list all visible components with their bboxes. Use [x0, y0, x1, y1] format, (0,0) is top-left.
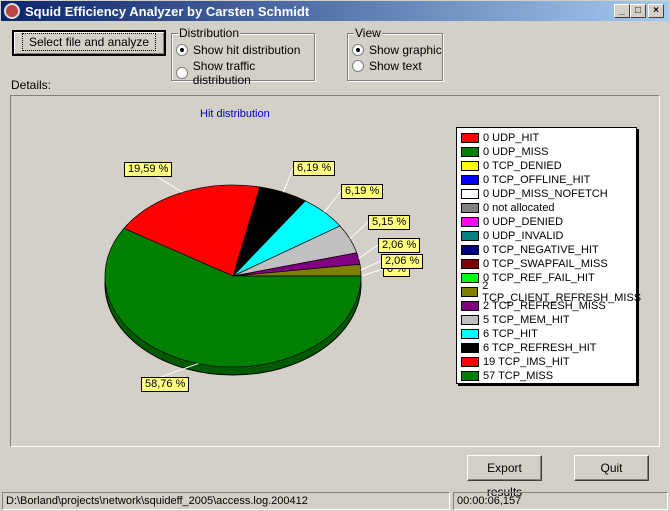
slice-label: 2,06 % — [381, 254, 424, 269]
chart-legend: 0 UDP_HIT 0 UDP_MISS 0 TCP_DENIED 0 TCP_OFF… — [456, 127, 641, 384]
leader-line — [360, 268, 384, 277]
slice-label: 58,76 % — [141, 377, 190, 392]
legend-item: 2 TCP_CLIENT_REFRESH_MISS — [461, 280, 642, 304]
legend-item: 0 TCP_SWAPFAIL_MISS — [461, 257, 608, 271]
legend-item: 0 UDP_MISS_NOFETCH — [461, 187, 608, 201]
legend-item: 0 UDP_MISS — [461, 145, 548, 159]
export-results-button[interactable]: Export results — [467, 455, 542, 499]
legend-label: 0 TCP_DENIED — [483, 160, 562, 172]
legend-label: 0 UDP_MISS — [483, 146, 549, 158]
legend-swatch — [461, 189, 479, 199]
legend-item: 57 TCP_MISS — [461, 369, 553, 383]
legend-label: 0 UDP_HIT — [483, 132, 540, 144]
status-file-path: D:\Borland\projects\network\squideff_200… — [2, 492, 450, 510]
leader-line — [323, 190, 342, 213]
legend-item: 0 UDP_DENIED — [461, 215, 563, 229]
legend-swatch — [461, 357, 479, 367]
legend-item: 0 UDP_INVALID — [461, 229, 564, 243]
leader-line — [349, 221, 369, 240]
legend-item: 6 TCP_REFRESH_HIT — [461, 341, 597, 355]
legend-swatch — [461, 203, 479, 213]
legend-label: 2 TCP_REFRESH_MISS — [483, 300, 606, 312]
legend-swatch — [461, 133, 479, 143]
legend-label: 19 TCP_IMS_HIT — [483, 356, 570, 368]
slice-label: 19,59 % — [124, 162, 173, 177]
legend-item: 0 TCP_DENIED — [461, 159, 562, 173]
status-bar: D:\Borland\projects\network\squideff_200… — [0, 490, 670, 511]
legend-label: 0 TCP_SWAPFAIL_MISS — [483, 258, 608, 270]
legend-label: 0 not allocated — [483, 202, 555, 214]
quit-button[interactable]: Quit — [574, 455, 649, 481]
legend-item: 2 TCP_REFRESH_MISS — [461, 299, 606, 313]
legend-item: 19 TCP_IMS_HIT — [461, 355, 570, 369]
legend-item: 0 TCP_OFFLINE_HIT — [461, 173, 590, 187]
legend-swatch — [461, 231, 479, 241]
legend-swatch — [461, 343, 479, 353]
legend-label: 5 TCP_MEM_HIT — [483, 314, 570, 326]
legend-swatch — [461, 217, 479, 227]
slice-label: 6,19 % — [293, 161, 336, 176]
legend-swatch — [461, 245, 479, 255]
slice-label: 6,19 % — [341, 184, 384, 199]
legend-label: 57 TCP_MISS — [483, 370, 554, 382]
legend-label: 6 TCP_REFRESH_HIT — [483, 342, 597, 354]
legend-label: 0 UDP_DENIED — [483, 216, 564, 228]
slice-label: 2,06 % — [378, 238, 421, 253]
legend-swatch — [461, 287, 479, 297]
legend-swatch — [461, 273, 479, 283]
legend-label: 0 UDP_INVALID — [483, 230, 564, 242]
legend-item: 6 TCP_HIT — [461, 327, 538, 341]
legend-swatch — [461, 315, 479, 325]
legend-swatch — [461, 301, 479, 311]
legend-swatch — [461, 175, 479, 185]
legend-item: 0 not allocated — [461, 201, 555, 215]
leader-line — [358, 244, 379, 259]
leader-line — [360, 260, 382, 271]
legend-item: 5 TCP_MEM_HIT — [461, 313, 570, 327]
legend-swatch — [461, 329, 479, 339]
status-elapsed-time: 00:00:06,157 — [453, 492, 668, 510]
legend-label: 0 UDP_MISS_NOFETCH — [483, 188, 608, 200]
legend-label: 0 TCP_NEGATIVE_HIT — [483, 244, 599, 256]
legend-swatch — [461, 147, 479, 157]
legend-item: 0 TCP_NEGATIVE_HIT — [461, 243, 599, 257]
legend-swatch — [461, 259, 479, 269]
legend-label: 6 TCP_HIT — [483, 328, 538, 340]
legend-label: 0 TCP_OFFLINE_HIT — [483, 174, 591, 186]
slice-label: 5,15 % — [368, 215, 411, 230]
leader-line — [282, 167, 294, 193]
legend-swatch — [461, 371, 479, 381]
legend-swatch — [461, 161, 479, 171]
legend-item: 0 UDP_HIT — [461, 131, 539, 145]
